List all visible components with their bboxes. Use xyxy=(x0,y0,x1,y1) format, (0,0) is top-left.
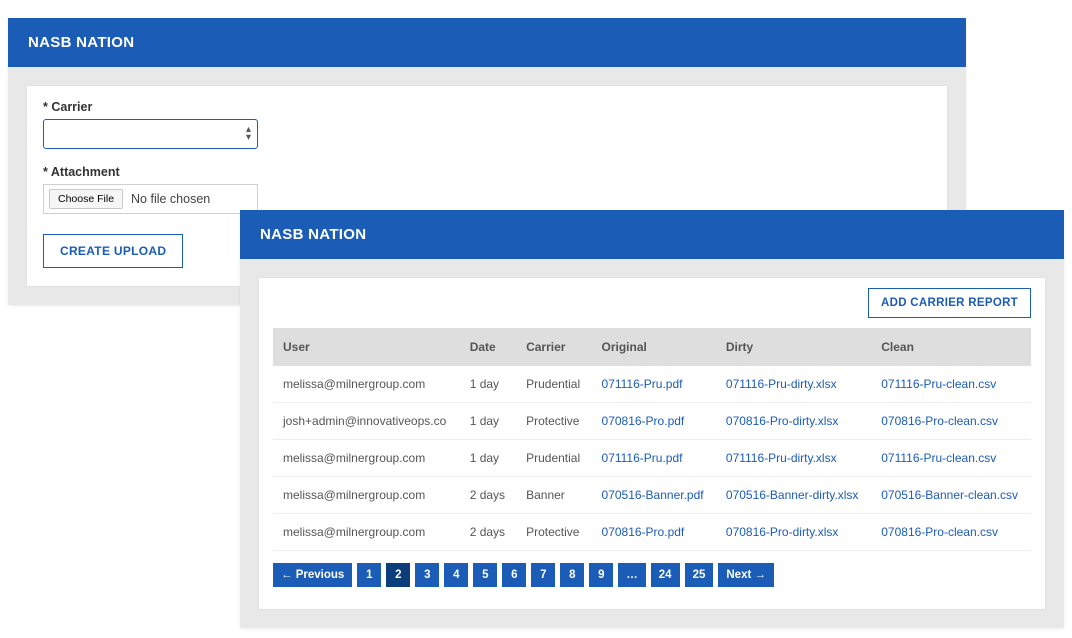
cell-clean: 071116-Pru-clean.csv xyxy=(871,440,1031,477)
pagination-page[interactable]: 1 xyxy=(357,563,381,587)
link-dirty[interactable]: 071116-Pru-dirty.xlsx xyxy=(726,451,837,465)
reports-panel-body: ADD CARRIER REPORT User Date Carrier Ori… xyxy=(240,259,1064,628)
link-clean[interactable]: 070816-Pro-clean.csv xyxy=(881,414,998,428)
carrier-select[interactable]: ▴▾ xyxy=(43,119,258,149)
cell-original: 070516-Banner.pdf xyxy=(592,477,716,514)
cell-user: melissa@milnergroup.com xyxy=(273,477,460,514)
carrier-label: * Carrier xyxy=(43,100,931,114)
link-original[interactable]: 071116-Pru.pdf xyxy=(602,377,683,391)
reports-card: ADD CARRIER REPORT User Date Carrier Ori… xyxy=(258,277,1046,610)
attachment-label: * Attachment xyxy=(43,165,931,179)
cell-date: 2 days xyxy=(460,514,516,551)
create-upload-button[interactable]: CREATE UPLOAD xyxy=(43,234,183,268)
pagination-page[interactable]: 8 xyxy=(560,563,584,587)
pagination-page[interactable]: 2 xyxy=(386,563,410,587)
pagination-prev[interactable]: ← Previous xyxy=(273,563,352,587)
cell-dirty: 070516-Banner-dirty.xlsx xyxy=(716,477,871,514)
cell-carrier: Banner xyxy=(516,477,591,514)
pagination-page[interactable]: 5 xyxy=(473,563,497,587)
col-clean: Clean xyxy=(871,328,1031,366)
cell-dirty: 070816-Pro-dirty.xlsx xyxy=(716,514,871,551)
reports-table: User Date Carrier Original Dirty Clean m… xyxy=(273,328,1031,551)
table-row: josh+admin@innovativeops.co1 dayProtecti… xyxy=(273,403,1031,440)
table-row: melissa@milnergroup.com2 daysBanner 07051… xyxy=(273,477,1031,514)
table-row: melissa@milnergroup.com1 dayPrudential 07… xyxy=(273,366,1031,403)
cell-date: 1 day xyxy=(460,440,516,477)
cell-dirty: 071116-Pru-dirty.xlsx xyxy=(716,366,871,403)
col-user: User xyxy=(273,328,460,366)
cell-original: 071116-Pru.pdf xyxy=(592,440,716,477)
cell-user: josh+admin@innovativeops.co xyxy=(273,403,460,440)
pagination-page[interactable]: 9 xyxy=(589,563,613,587)
table-row: melissa@milnergroup.com1 dayPrudential 07… xyxy=(273,440,1031,477)
cell-date: 1 day xyxy=(460,403,516,440)
pagination-page[interactable]: 6 xyxy=(502,563,526,587)
reports-panel: NASB NATION ADD CARRIER REPORT User Date… xyxy=(240,210,1064,628)
link-clean[interactable]: 071116-Pru-clean.csv xyxy=(881,377,996,391)
cell-date: 2 days xyxy=(460,477,516,514)
link-original[interactable]: 070816-Pro.pdf xyxy=(602,414,685,428)
pagination: ← Previous123456789…2425Next → xyxy=(273,563,1031,587)
select-caret-icon: ▴▾ xyxy=(246,126,251,142)
col-original: Original xyxy=(592,328,716,366)
link-clean[interactable]: 070816-Pro-clean.csv xyxy=(881,525,998,539)
cell-carrier: Protective xyxy=(516,514,591,551)
link-dirty[interactable]: 070816-Pro-dirty.xlsx xyxy=(726,414,839,428)
link-clean[interactable]: 071116-Pru-clean.csv xyxy=(881,451,996,465)
cell-clean: 071116-Pru-clean.csv xyxy=(871,366,1031,403)
link-dirty[interactable]: 070816-Pro-dirty.xlsx xyxy=(726,525,839,539)
pagination-page[interactable]: 7 xyxy=(531,563,555,587)
cell-carrier: Protective xyxy=(516,403,591,440)
cell-original: 070816-Pro.pdf xyxy=(592,514,716,551)
pagination-page[interactable]: 25 xyxy=(685,563,714,587)
pagination-page[interactable]: 3 xyxy=(415,563,439,587)
cell-original: 071116-Pru.pdf xyxy=(592,366,716,403)
reports-toolbar: ADD CARRIER REPORT xyxy=(273,288,1031,318)
add-carrier-report-button[interactable]: ADD CARRIER REPORT xyxy=(868,288,1031,318)
pagination-next[interactable]: Next → xyxy=(718,563,774,587)
table-header-row: User Date Carrier Original Dirty Clean xyxy=(273,328,1031,366)
cell-original: 070816-Pro.pdf xyxy=(592,403,716,440)
col-dirty: Dirty xyxy=(716,328,871,366)
cell-clean: 070516-Banner-clean.csv xyxy=(871,477,1031,514)
link-clean[interactable]: 070516-Banner-clean.csv xyxy=(881,488,1018,502)
upload-panel-title: NASB NATION xyxy=(8,18,966,67)
no-file-text: No file chosen xyxy=(131,192,210,206)
cell-carrier: Prudential xyxy=(516,366,591,403)
cell-carrier: Prudential xyxy=(516,440,591,477)
cell-dirty: 071116-Pru-dirty.xlsx xyxy=(716,440,871,477)
link-original[interactable]: 071116-Pru.pdf xyxy=(602,451,683,465)
link-original[interactable]: 070816-Pro.pdf xyxy=(602,525,685,539)
cell-clean: 070816-Pro-clean.csv xyxy=(871,514,1031,551)
col-date: Date xyxy=(460,328,516,366)
cell-dirty: 070816-Pro-dirty.xlsx xyxy=(716,403,871,440)
reports-panel-title: NASB NATION xyxy=(240,210,1064,259)
col-carrier: Carrier xyxy=(516,328,591,366)
cell-user: melissa@milnergroup.com xyxy=(273,514,460,551)
link-dirty[interactable]: 070516-Banner-dirty.xlsx xyxy=(726,488,859,502)
link-dirty[interactable]: 071116-Pru-dirty.xlsx xyxy=(726,377,837,391)
cell-date: 1 day xyxy=(460,366,516,403)
cell-user: melissa@milnergroup.com xyxy=(273,440,460,477)
pagination-page[interactable]: 24 xyxy=(651,563,680,587)
cell-user: melissa@milnergroup.com xyxy=(273,366,460,403)
link-original[interactable]: 070516-Banner.pdf xyxy=(602,488,704,502)
choose-file-button[interactable]: Choose File xyxy=(49,189,123,209)
cell-clean: 070816-Pro-clean.csv xyxy=(871,403,1031,440)
attachment-file-input[interactable]: Choose File No file chosen xyxy=(43,184,258,214)
table-row: melissa@milnergroup.com2 daysProtective 0… xyxy=(273,514,1031,551)
pagination-page: … xyxy=(618,563,646,587)
pagination-page[interactable]: 4 xyxy=(444,563,468,587)
